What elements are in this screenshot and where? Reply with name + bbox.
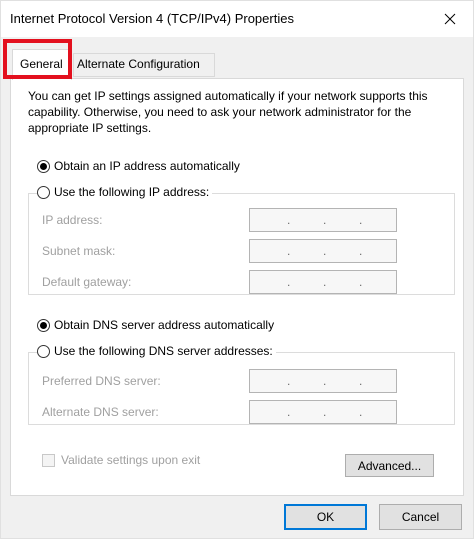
use-following-dns-radio[interactable]: Use the following DNS server addresses: xyxy=(37,344,276,358)
ok-button[interactable]: OK xyxy=(284,504,367,530)
preferred-dns-input[interactable]: ... xyxy=(249,369,397,393)
validate-settings-label: Validate settings upon exit xyxy=(61,453,201,467)
advanced-button[interactable]: Advanced... xyxy=(345,454,434,477)
intro-text: You can get IP settings assigned automat… xyxy=(28,89,428,135)
advanced-button-label: Advanced... xyxy=(357,458,422,473)
dns-server-group: Preferred DNS server: ... Alternate DNS … xyxy=(28,352,455,425)
radio-indicator xyxy=(37,318,50,332)
checkbox-indicator xyxy=(42,453,55,467)
general-tab-panel: You can get IP settings assigned automat… xyxy=(10,78,464,496)
alternate-dns-label: Alternate DNS server: xyxy=(42,405,159,419)
radio-indicator xyxy=(37,159,50,173)
cancel-button-label: Cancel xyxy=(401,510,440,524)
tab-general[interactable]: General xyxy=(12,49,72,80)
obtain-dns-auto-radio[interactable]: Obtain DNS server address automatically xyxy=(37,318,278,332)
ip-address-input[interactable]: ... xyxy=(249,208,397,232)
ipv4-properties-dialog: Internet Protocol Version 4 (TCP/IPv4) P… xyxy=(0,0,474,539)
close-button[interactable] xyxy=(427,1,473,37)
obtain-ip-auto-radio[interactable]: Obtain an IP address automatically xyxy=(37,159,243,173)
alternate-dns-input[interactable]: ... xyxy=(249,400,397,424)
tab-alternate-configuration-label: Alternate Configuration xyxy=(77,57,200,71)
cancel-button[interactable]: Cancel xyxy=(379,504,462,530)
title-bar: Internet Protocol Version 4 (TCP/IPv4) P… xyxy=(1,1,473,37)
close-icon xyxy=(444,13,456,25)
ip-address-group: IP address: ... Subnet mask: ... Default… xyxy=(28,193,455,295)
use-following-ip-radio[interactable]: Use the following IP address: xyxy=(37,185,213,199)
radio-indicator xyxy=(37,344,50,358)
use-following-ip-label: Use the following IP address: xyxy=(54,185,210,199)
obtain-dns-auto-label: Obtain DNS server address automatically xyxy=(54,318,275,332)
use-following-dns-label: Use the following DNS server addresses: xyxy=(54,344,273,358)
window-title: Internet Protocol Version 4 (TCP/IPv4) P… xyxy=(10,11,294,26)
preferred-dns-label: Preferred DNS server: xyxy=(42,374,161,388)
subnet-mask-input[interactable]: ... xyxy=(249,239,397,263)
tab-general-label: General xyxy=(20,57,63,71)
radio-indicator xyxy=(37,185,50,199)
subnet-mask-label: Subnet mask: xyxy=(42,244,116,258)
validate-settings-checkbox[interactable]: Validate settings upon exit xyxy=(42,453,200,467)
obtain-ip-auto-label: Obtain an IP address automatically xyxy=(54,159,240,173)
ok-button-label: OK xyxy=(316,510,335,524)
default-gateway-label: Default gateway: xyxy=(42,275,132,289)
tab-alternate-configuration[interactable]: Alternate Configuration xyxy=(73,53,215,77)
ip-address-label: IP address: xyxy=(42,213,103,227)
default-gateway-input[interactable]: ... xyxy=(249,270,397,294)
